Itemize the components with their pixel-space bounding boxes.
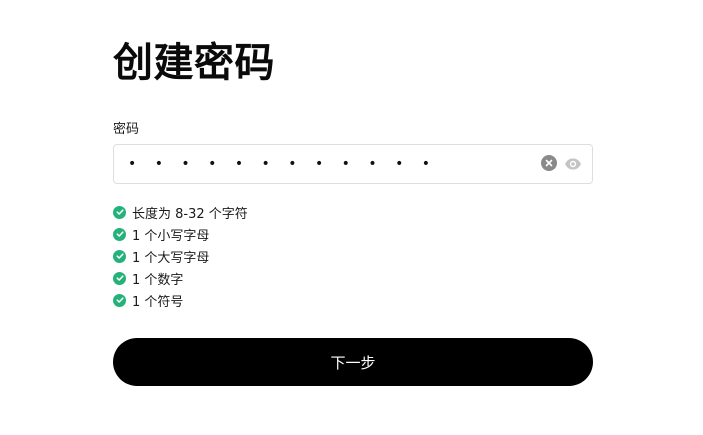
create-password-page: 创建密码 密码 • • • • • • • • • • • • 长度为 8-32…	[0, 0, 703, 435]
requirement-item: 1 个大写字母	[113, 245, 248, 267]
password-input[interactable]: • • • • • • • • • • • •	[113, 144, 593, 184]
check-circle-icon	[113, 249, 126, 263]
requirement-text: 1 个小写字母	[132, 228, 210, 244]
clear-x-glyph	[545, 159, 553, 167]
requirement-item: 1 个小写字母	[113, 223, 248, 245]
page-title: 创建密码	[113, 40, 275, 86]
requirement-text: 1 个符号	[132, 294, 184, 310]
requirement-text: 长度为 8-32 个字符	[132, 206, 248, 222]
next-button[interactable]: 下一步	[113, 338, 593, 386]
requirement-item: 长度为 8-32 个字符	[113, 201, 248, 223]
eye-icon[interactable]	[564, 156, 582, 172]
clear-icon[interactable]	[541, 155, 557, 171]
password-label: 密码	[113, 122, 140, 137]
requirement-item: 1 个符号	[113, 289, 248, 311]
check-circle-icon	[113, 271, 126, 285]
requirement-text: 1 个大写字母	[132, 250, 210, 266]
password-masked-value: • • • • • • • • • • • •	[128, 156, 438, 172]
check-circle-icon	[113, 293, 126, 307]
password-requirements-list: 长度为 8-32 个字符 1 个小写字母 1 个大写字母 1 个数字 1 个符号	[113, 201, 248, 311]
check-circle-icon	[113, 227, 126, 241]
requirement-item: 1 个数字	[113, 267, 248, 289]
check-circle-icon	[113, 205, 126, 219]
requirement-text: 1 个数字	[132, 272, 184, 288]
